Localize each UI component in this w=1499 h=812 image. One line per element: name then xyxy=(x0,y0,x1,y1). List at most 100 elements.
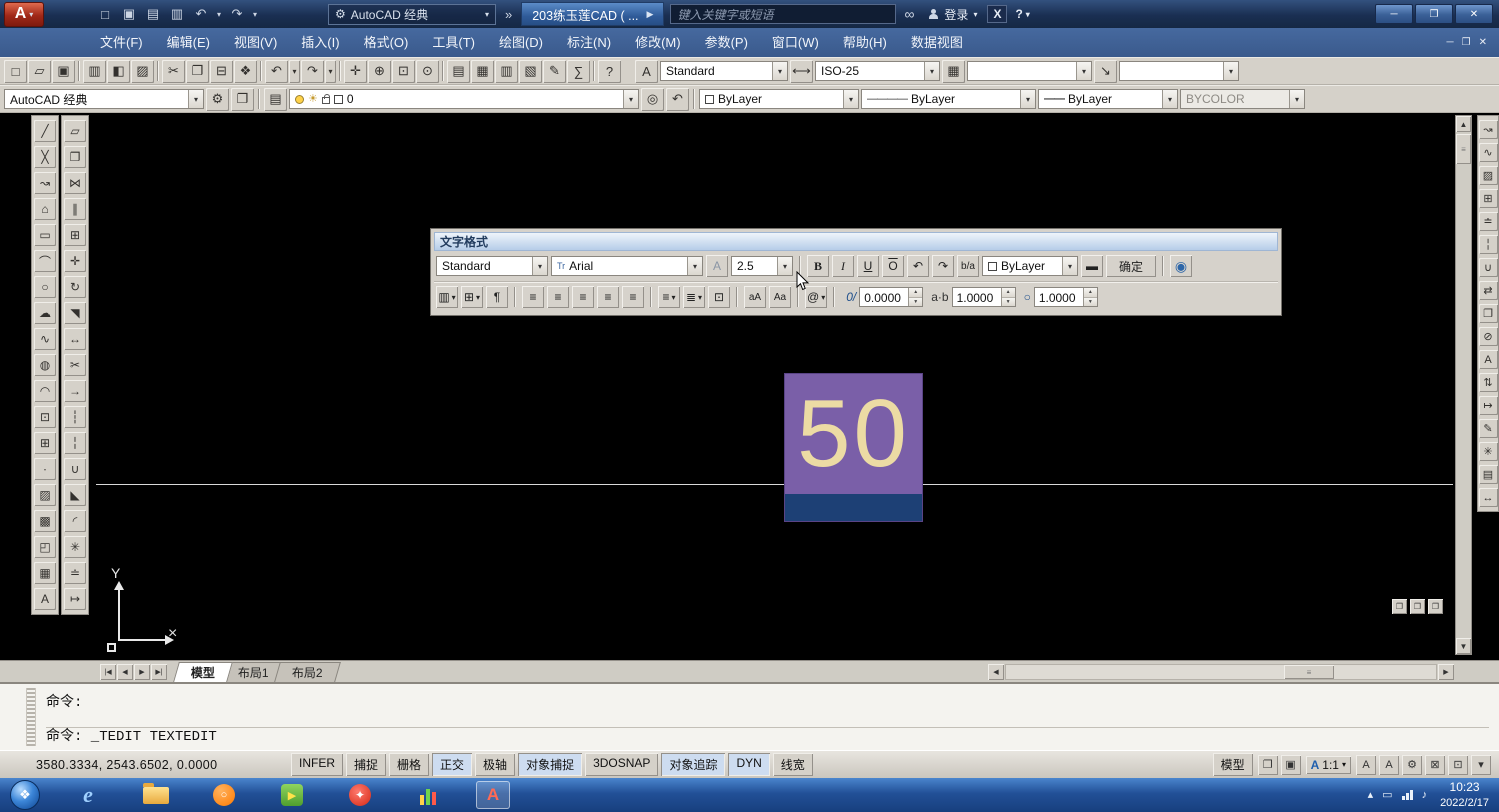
change-space-icon[interactable]: ⇅ xyxy=(1479,373,1498,392)
redo-button[interactable]: ↷ xyxy=(932,255,954,277)
measure-icon[interactable]: ↔ xyxy=(1479,488,1498,507)
mtext-value[interactable]: 50 xyxy=(797,386,910,482)
command-window-grip[interactable] xyxy=(26,688,36,746)
stretch-icon[interactable]: ↔ xyxy=(64,328,86,350)
spin-down-icon[interactable]: ▼ xyxy=(1084,298,1097,307)
save-as-icon[interactable]: ▤ xyxy=(142,3,164,25)
separator[interactable] xyxy=(337,61,343,81)
layer-on-icon[interactable] xyxy=(295,95,304,104)
dropdown-arrow-icon[interactable]: ▾ xyxy=(1289,90,1304,108)
menu-parametric[interactable]: 参数(P) xyxy=(693,28,760,57)
tab-layout2[interactable]: 布局2 xyxy=(274,662,340,682)
trim-icon[interactable]: ✂ xyxy=(64,354,86,376)
separator[interactable] xyxy=(76,61,82,81)
spin-down-icon[interactable]: ▼ xyxy=(909,298,922,307)
align-distribute-button[interactable]: ≡ xyxy=(622,286,644,308)
first-tab-icon[interactable]: |◀ xyxy=(100,664,116,680)
dropdown-arrow-icon[interactable]: ▾ xyxy=(777,257,792,275)
dropdown-arrow-icon[interactable]: ▾ xyxy=(1062,257,1077,275)
menu-tools[interactable]: 工具(T) xyxy=(420,28,487,57)
dropdown-arrow-icon[interactable]: ▾ xyxy=(188,90,203,108)
edit-array-icon[interactable]: ⊞ xyxy=(1479,189,1498,208)
tracking-value[interactable]: 1.0000 xyxy=(953,288,1001,306)
spline-icon[interactable]: ∿ xyxy=(34,328,56,350)
layer-thaw-icon[interactable]: ☀ xyxy=(308,94,318,105)
undo-dropdown-icon[interactable]: ▾ xyxy=(289,60,300,83)
circle-icon[interactable]: ○ xyxy=(34,276,56,298)
scale-icon[interactable]: ◥ xyxy=(64,302,86,324)
toggle-snap[interactable]: 捕捉 xyxy=(346,753,386,776)
help-button[interactable]: ? ▾ xyxy=(1015,7,1029,21)
dropdown-arrow-icon[interactable]: ▾ xyxy=(1223,62,1238,80)
vertical-scroll-thumb[interactable]: ≡ xyxy=(1456,134,1471,164)
construction-line-icon[interactable]: ╳ xyxy=(34,146,56,168)
width-factor-spinner[interactable]: 1.0000 ▲▼ xyxy=(1034,287,1098,307)
dropdown-arrow-icon[interactable]: ▾ xyxy=(1162,90,1177,108)
dim-style-select[interactable]: ISO-25 ▾ xyxy=(815,61,940,81)
extend-icon[interactable]: → xyxy=(64,380,86,402)
mleader-style-select[interactable]: ▾ xyxy=(1119,61,1239,81)
oblique-angle-value[interactable]: 0.0000 xyxy=(860,288,908,306)
taskbar-clock[interactable]: 10:23 2022/2/17 xyxy=(1440,780,1489,810)
explorer-taskbar-icon[interactable] xyxy=(136,781,176,809)
plot-icon[interactable]: ▥ xyxy=(83,60,106,83)
font-select[interactable]: Tr Arial ▾ xyxy=(551,256,703,276)
edit-polyline-icon[interactable]: ↝ xyxy=(1479,120,1498,139)
arc-icon[interactable]: ⌒ xyxy=(34,250,56,272)
zoom-previous-icon[interactable]: ⊙ xyxy=(416,60,439,83)
separator[interactable] xyxy=(440,61,446,81)
hscroll-left-icon[interactable]: ◀ xyxy=(988,664,1004,680)
move-icon[interactable]: ✛ xyxy=(64,250,86,272)
redo-icon[interactable]: ↷ xyxy=(226,3,248,25)
toggle-otrack[interactable]: 对象追踪 xyxy=(661,753,725,776)
layer-select[interactable]: ☀ 0 ▾ xyxy=(289,89,639,109)
break-at-point-icon[interactable]: ┆ xyxy=(64,406,86,428)
ellipse-arc-icon[interactable]: ◠ xyxy=(34,380,56,402)
clean-screen-icon[interactable]: ⊡ xyxy=(1448,755,1468,775)
columns-button[interactable]: ▥ ▾ xyxy=(436,286,458,308)
menu-dimension[interactable]: 标注(N) xyxy=(555,28,623,57)
dropdown-arrow-icon[interactable]: ▾ xyxy=(532,257,547,275)
help-icon[interactable]: ? xyxy=(598,60,621,83)
make-object-layer-current-icon[interactable]: ◎ xyxy=(641,88,664,111)
align-icon[interactable]: ≐ xyxy=(1479,212,1498,231)
line-spacing-button[interactable]: ≡ ▾ xyxy=(658,286,680,308)
dialog-title[interactable]: 文字格式 xyxy=(434,232,1278,251)
revision-cloud-icon[interactable]: ☁ xyxy=(34,302,56,324)
command-window[interactable]: 命令: 命令: _TEDIT TEXTEDIT xyxy=(0,682,1499,750)
justification-button[interactable]: ⊞ ▾ xyxy=(461,286,483,308)
spin-up-icon[interactable]: ▲ xyxy=(909,288,922,298)
menu-file[interactable]: 文件(F) xyxy=(88,28,155,57)
edit-attribute-icon[interactable]: ✎ xyxy=(1479,419,1498,438)
window-layout-icon[interactable]: ❐ xyxy=(231,88,254,111)
autocad-taskbar-button[interactable]: A xyxy=(476,781,510,809)
text-color-select[interactable]: ByLayer ▾ xyxy=(982,256,1078,276)
point-icon[interactable]: ∙ xyxy=(34,458,56,480)
toggle-ortho[interactable]: 正交 xyxy=(432,753,472,776)
lengthen-icon[interactable]: ↦ xyxy=(64,588,86,610)
plot-icon[interactable]: ▥ xyxy=(166,3,188,25)
redo-icon[interactable]: ↷ xyxy=(301,60,324,83)
make-block-icon[interactable]: ⊞ xyxy=(34,432,56,454)
next-tab-icon[interactable]: ▶ xyxy=(134,664,150,680)
plot-style-select[interactable]: BYCOLOR ▾ xyxy=(1180,89,1305,109)
doc-restore-button[interactable]: ❐ xyxy=(1462,37,1471,48)
start-button[interactable]: ❖ xyxy=(10,780,40,810)
mtext-selection[interactable]: 50 xyxy=(785,374,922,494)
vertical-scrollbar[interactable]: ▲ ≡ ▼ xyxy=(1455,115,1472,655)
text-style-select[interactable]: Standard ▾ xyxy=(660,61,788,81)
array-icon[interactable]: ⊞ xyxy=(64,224,86,246)
redo-dropdown-icon[interactable]: ▾ xyxy=(250,3,260,25)
open-icon[interactable]: ▱ xyxy=(28,60,51,83)
spin-up-icon[interactable]: ▲ xyxy=(1002,288,1015,298)
drawing-canvas[interactable]: 50 Y × ╱╳↝⌂▭⌒○☁∿◍◠⊡⊞∙▨▩◰▦A ▱❐⋈∥⊞✛↻◥↔✂→┆╎… xyxy=(0,113,1499,660)
dim-style-icon[interactable]: ⟷ xyxy=(790,60,813,83)
toggle-infer[interactable]: INFER xyxy=(291,753,343,776)
table-style-icon[interactable]: ▦ xyxy=(942,60,965,83)
tool-palettes-icon[interactable]: ▥ xyxy=(495,60,518,83)
toggle-polar[interactable]: 极轴 xyxy=(475,753,515,776)
mtext-empty-line[interactable] xyxy=(785,494,922,521)
stack-button[interactable]: b/a xyxy=(957,255,979,277)
options-button[interactable]: ◉ xyxy=(1170,255,1192,277)
music-app-taskbar-icon[interactable]: ○ xyxy=(204,781,244,809)
